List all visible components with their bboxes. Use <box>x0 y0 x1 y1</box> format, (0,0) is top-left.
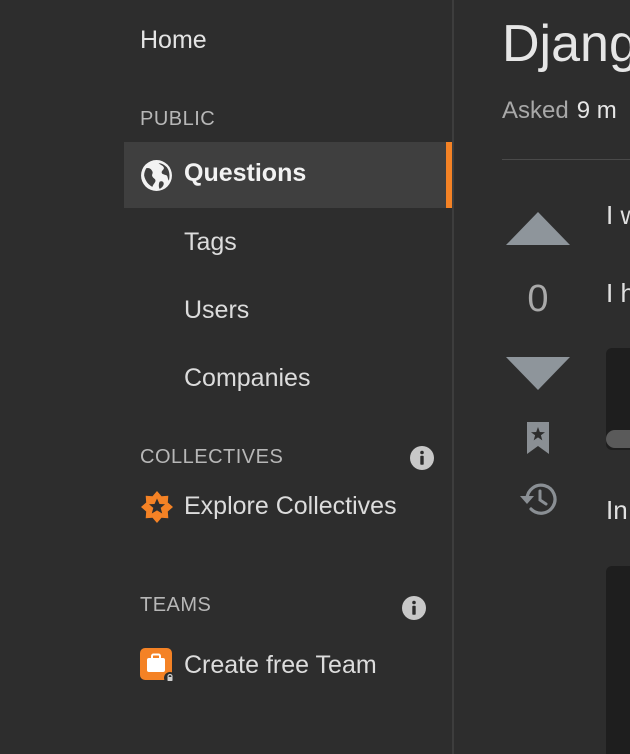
nav-questions[interactable]: Questions <box>124 142 452 208</box>
downvote-arrow-icon[interactable] <box>506 357 570 391</box>
nav-companies[interactable]: Companies <box>184 364 310 393</box>
code-block <box>606 566 630 754</box>
question-asked-meta: Asked 9 m <box>502 97 617 125</box>
question-body-line-2: I h <box>606 278 630 308</box>
explore-collectives-label: Explore Collectives <box>184 492 397 520</box>
nav-home[interactable]: Home <box>140 26 207 55</box>
vote-count: 0 <box>527 278 549 320</box>
bookmark-icon[interactable] <box>527 422 549 454</box>
info-icon[interactable] <box>402 596 426 620</box>
section-label-public: PUBLIC <box>140 108 216 130</box>
info-icon[interactable] <box>410 446 434 470</box>
asked-value: 9 m <box>576 97 617 124</box>
globe-icon <box>141 160 172 191</box>
section-label-collectives: COLLECTIVES <box>140 446 284 468</box>
asked-label: Asked <box>502 97 569 124</box>
history-icon[interactable] <box>519 482 557 516</box>
nav-users[interactable]: Users <box>184 296 249 325</box>
left-sidebar: Home PUBLIC Questions Tags Users Compani… <box>0 0 452 754</box>
section-label-teams: TEAMS <box>140 594 212 616</box>
question-title[interactable]: Djang <box>502 14 630 74</box>
question-body-line-1: I w <box>606 200 630 230</box>
question-body-line-3: In <box>606 495 628 525</box>
nav-questions-label: Questions <box>184 159 307 187</box>
briefcase-icon <box>140 648 176 684</box>
code-scrollbar[interactable] <box>606 430 630 448</box>
title-divider <box>502 159 630 160</box>
nav-tags[interactable]: Tags <box>184 228 237 257</box>
collectives-star-icon <box>141 491 173 523</box>
create-team-label: Create free Team <box>184 651 377 679</box>
upvote-arrow-icon[interactable] <box>506 212 570 246</box>
question-main: Djang Asked 9 m 0 I w I h In <box>454 0 630 754</box>
